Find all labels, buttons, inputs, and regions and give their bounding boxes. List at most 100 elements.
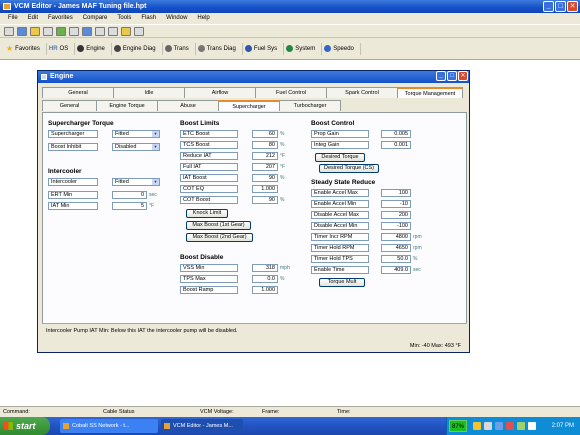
cot-boost-input[interactable]: 90 bbox=[252, 196, 278, 204]
engine-maximize-button[interactable]: □ bbox=[447, 71, 457, 81]
compare-icon[interactable] bbox=[43, 27, 53, 36]
disable-accel-max-input[interactable]: 200 bbox=[381, 211, 411, 219]
engine-close-button[interactable]: ✕ bbox=[458, 71, 468, 81]
iat-boost-label: IAT Boost bbox=[180, 174, 238, 182]
windows-logo-icon bbox=[4, 422, 13, 430]
engine-minimize-button[interactable]: _ bbox=[436, 71, 446, 81]
description-bar: Intercooler Pump IAT Min: Below this IAT… bbox=[42, 323, 467, 351]
tray-icon-2[interactable] bbox=[484, 422, 492, 430]
max-boost-2nd-gear-button[interactable]: Max Boost (2nd Gear) bbox=[186, 233, 253, 242]
chevron-down-icon[interactable]: ▼ bbox=[152, 131, 159, 137]
save-icon[interactable] bbox=[17, 27, 27, 36]
tab-general[interactable]: General bbox=[42, 87, 114, 98]
enable-accel-max-label: Enable Accel Max bbox=[311, 189, 369, 197]
intercooler-select[interactable]: Fitted ▼ bbox=[112, 178, 160, 186]
integ-gain-input[interactable]: 0.001 bbox=[381, 141, 411, 149]
reduce-iat-input[interactable]: 212 bbox=[252, 152, 278, 160]
timer-hold-tps-input[interactable]: 50.0 bbox=[381, 255, 411, 263]
close-button[interactable]: ✕ bbox=[567, 1, 578, 12]
engine-diag-icon bbox=[113, 45, 121, 52]
enable-accel-max-input[interactable]: 100 bbox=[381, 189, 411, 197]
menu-window[interactable]: Window bbox=[161, 13, 192, 24]
security-icon[interactable] bbox=[506, 422, 514, 430]
tcs-boost-input[interactable]: 80 bbox=[252, 141, 278, 149]
torque-mult-button[interactable]: Torque Mult bbox=[319, 278, 365, 287]
menu-help[interactable]: Help bbox=[192, 13, 214, 24]
vss-min-input[interactable]: 318 bbox=[252, 264, 278, 272]
menu-flash[interactable]: Flash bbox=[136, 13, 161, 24]
task-cobalt-network[interactable]: Cobalt SS Network - t... bbox=[60, 419, 158, 433]
tray-icon-1[interactable] bbox=[473, 422, 481, 430]
cot-eq-input[interactable]: 1.000 bbox=[252, 185, 278, 193]
new-file-icon[interactable] bbox=[4, 27, 14, 36]
etc-boost-input[interactable]: 60 bbox=[252, 130, 278, 138]
maximize-button[interactable]: □ bbox=[555, 1, 566, 12]
cot-eq-label: COT EQ bbox=[180, 185, 238, 193]
boost-inhibit-select[interactable]: Disabled ▼ bbox=[112, 143, 160, 151]
checksum-icon[interactable] bbox=[95, 27, 105, 36]
subtab-engine-torque[interactable]: Engine Torque bbox=[96, 100, 158, 111]
knock-limit-button[interactable]: Knock Limit bbox=[186, 209, 228, 218]
chevron-down-icon[interactable]: ▼ bbox=[152, 144, 159, 150]
window-icon bbox=[41, 74, 47, 80]
toolbar-os[interactable]: HR OS bbox=[47, 42, 76, 55]
max-boost-1st-gear-button[interactable]: Max Boost (1st Gear) bbox=[186, 221, 251, 230]
intercooler-label: Intercooler bbox=[48, 178, 98, 186]
tab-idle[interactable]: Idle bbox=[113, 87, 185, 98]
timer-hold-rpm-input[interactable]: 4650 bbox=[381, 244, 411, 252]
tab-airflow[interactable]: Airflow bbox=[184, 87, 256, 98]
settings-icon[interactable] bbox=[134, 27, 144, 36]
subtab-general[interactable]: General bbox=[42, 100, 97, 111]
tcs-boost-unit: % bbox=[280, 142, 285, 148]
volume-icon[interactable] bbox=[528, 422, 536, 430]
write-icon[interactable] bbox=[69, 27, 79, 36]
subtab-abuse[interactable]: Abuse bbox=[157, 100, 219, 111]
minimize-button[interactable]: _ bbox=[543, 1, 554, 12]
menu-tools[interactable]: Tools bbox=[112, 13, 136, 24]
ert-min-input[interactable]: 0 bbox=[112, 191, 147, 199]
iat-boost-input[interactable]: 90 bbox=[252, 174, 278, 182]
enable-time-input[interactable]: 409.0 bbox=[381, 266, 411, 274]
help-icon[interactable] bbox=[121, 27, 131, 36]
menu-compare[interactable]: Compare bbox=[78, 13, 113, 24]
full-iat-input[interactable]: 207 bbox=[252, 163, 278, 171]
battery-percent[interactable]: 87% bbox=[449, 420, 467, 432]
chevron-down-icon[interactable]: ▼ bbox=[152, 179, 159, 185]
tps-max-unit: % bbox=[280, 276, 285, 282]
open-folder-icon[interactable] bbox=[30, 27, 40, 36]
toolbar-engine-diag[interactable]: Engine Diag bbox=[112, 42, 163, 55]
read-icon[interactable] bbox=[56, 27, 66, 36]
subtab-turbocharger[interactable]: Turbocharger bbox=[279, 100, 341, 111]
tab-fuel-control[interactable]: Fuel Control bbox=[255, 87, 327, 98]
taskbar: start Cobalt SS Network - t... VCM Edito… bbox=[0, 417, 580, 435]
desired-torque-cs-button[interactable]: Desired Torque (CS) bbox=[319, 164, 379, 173]
toolbar-fuel-sys[interactable]: Fuel Sys bbox=[243, 42, 285, 55]
toolbar-system[interactable]: System bbox=[284, 42, 323, 55]
subtab-supercharger[interactable]: Supercharger bbox=[218, 100, 280, 111]
disable-accel-min-input[interactable]: -100 bbox=[381, 222, 411, 230]
desired-torque-button[interactable]: Desired Torque bbox=[315, 153, 365, 162]
boost-ramp-input[interactable]: 1.000 bbox=[252, 286, 278, 294]
info-icon[interactable] bbox=[108, 27, 118, 36]
enable-accel-min-input[interactable]: -10 bbox=[381, 200, 411, 208]
tab-spark-control[interactable]: Spark Control bbox=[326, 87, 398, 98]
toolbar-speedo[interactable]: Speedo bbox=[322, 42, 361, 55]
toolbar-favorites[interactable]: ★ Favorites bbox=[4, 42, 47, 55]
menu-file[interactable]: File bbox=[3, 13, 23, 24]
prop-gain-input[interactable]: 0.005 bbox=[381, 130, 411, 138]
supercharger-select[interactable]: Fitted ▼ bbox=[112, 130, 160, 138]
iat-min-input[interactable]: 5 bbox=[112, 202, 147, 210]
toolbar-trans[interactable]: Trans bbox=[163, 42, 196, 55]
tps-max-input[interactable]: 0.0 bbox=[252, 275, 278, 283]
toolbar-trans-diag[interactable]: Trans Diag bbox=[196, 42, 243, 55]
tray-icon-5[interactable] bbox=[517, 422, 525, 430]
tab-torque-management[interactable]: Torque Management bbox=[397, 87, 463, 98]
menu-favorites[interactable]: Favorites bbox=[43, 13, 78, 24]
network-icon[interactable] bbox=[495, 422, 503, 430]
flash-icon[interactable] bbox=[82, 27, 92, 36]
menu-edit[interactable]: Edit bbox=[23, 13, 43, 24]
start-button[interactable]: start bbox=[0, 417, 50, 435]
task-vcm-editor[interactable]: VCM Editor - James M... bbox=[161, 419, 243, 433]
timer-incr-rpm-input[interactable]: 4800 bbox=[381, 233, 411, 241]
toolbar-engine[interactable]: Engine bbox=[75, 42, 112, 55]
